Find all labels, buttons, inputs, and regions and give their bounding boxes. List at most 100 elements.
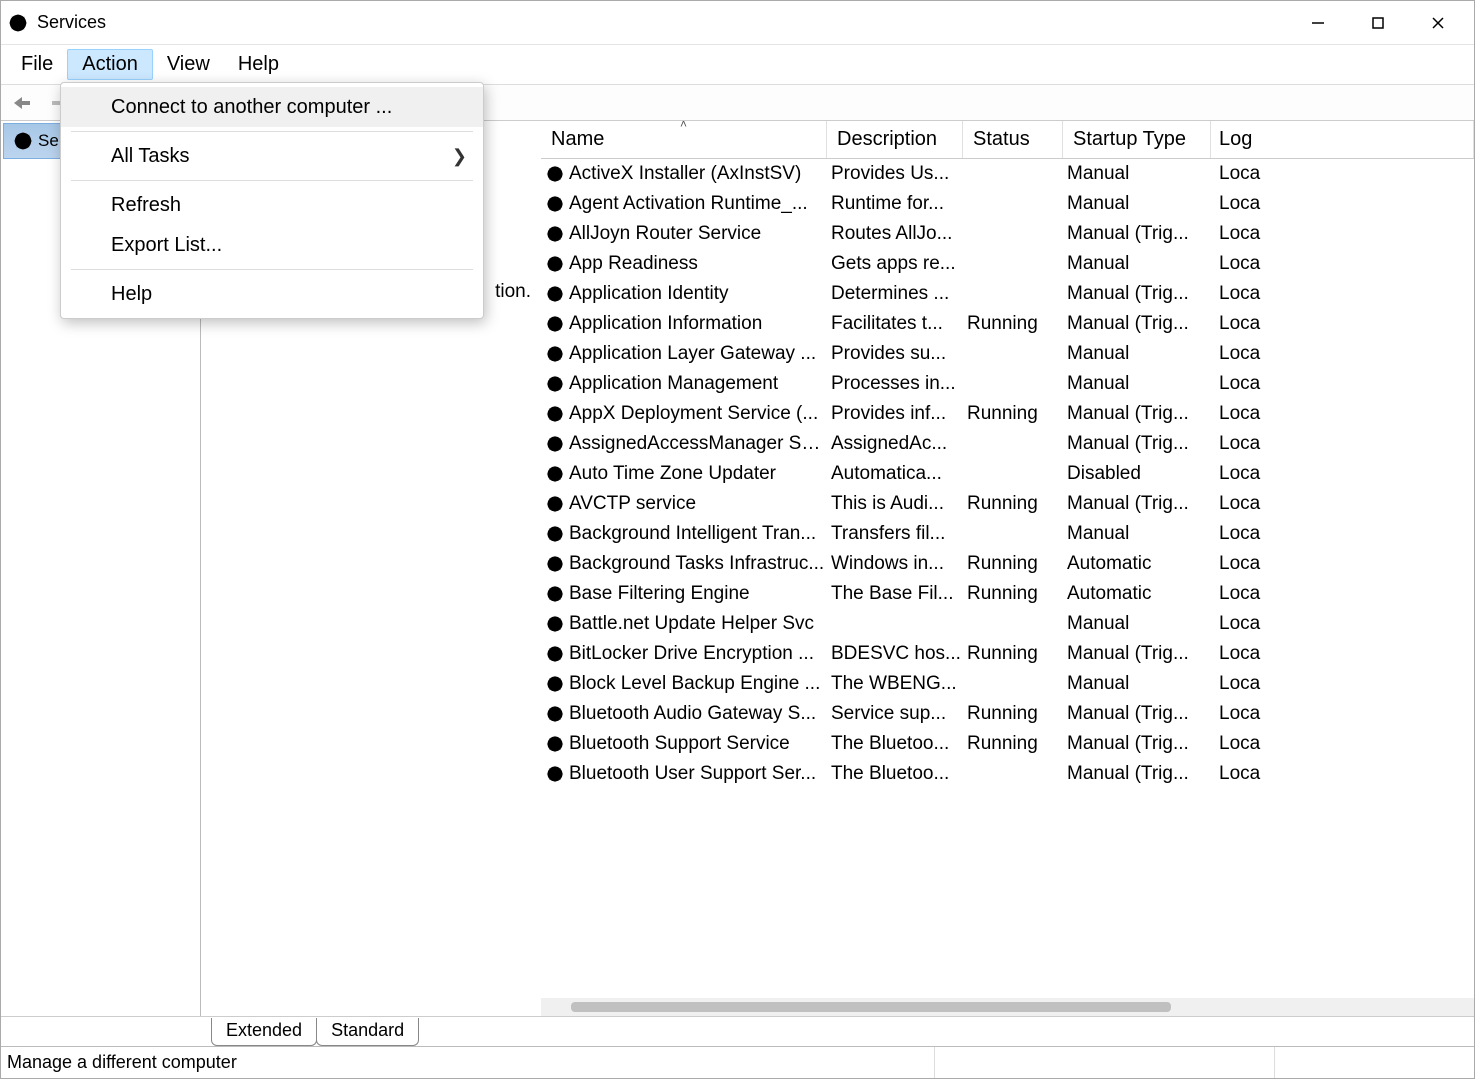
service-row[interactable]: Application InformationFacilitates t...R… (541, 309, 1474, 339)
column-status[interactable]: Status (963, 121, 1063, 158)
service-desc-cell: AssignedAc... (827, 433, 963, 455)
service-row[interactable]: Bluetooth Support ServiceThe Bluetoo...R… (541, 729, 1474, 759)
service-status-cell: Running (963, 493, 1063, 515)
service-desc-cell: Transfers fil... (827, 523, 963, 545)
column-startup-type[interactable]: Startup Type (1063, 121, 1211, 158)
minimize-button[interactable] (1288, 1, 1348, 45)
service-name: AllJoyn Router Service (569, 223, 827, 245)
gear-icon (545, 374, 565, 394)
service-logon-cell: Loca (1211, 493, 1474, 515)
service-rows[interactable]: ActiveX Installer (AxInstSV)Provides Us.… (541, 159, 1474, 998)
service-desc-cell: Processes in... (827, 373, 963, 395)
service-startup-cell: Manual (1063, 343, 1211, 365)
service-row[interactable]: BitLocker Drive Encryption ...BDESVC hos… (541, 639, 1474, 669)
services-list: ˄ Name Description Status Startup Type L… (541, 121, 1474, 1016)
service-name-cell: Application Information (541, 313, 827, 335)
service-row[interactable]: AppX Deployment Service (...Provides inf… (541, 399, 1474, 429)
menu-separator (71, 131, 473, 132)
menu-all-tasks[interactable]: All Tasks ❯ (61, 136, 483, 176)
service-name-cell: AppX Deployment Service (... (541, 403, 827, 425)
sort-asc-icon: ˄ (680, 121, 687, 131)
column-log-on-as[interactable]: Log (1211, 121, 1474, 158)
service-desc-cell: Determines ... (827, 283, 963, 305)
menu-refresh[interactable]: Refresh (61, 185, 483, 225)
service-name: Bluetooth Audio Gateway S... (569, 703, 827, 725)
service-name: Block Level Backup Engine ... (569, 673, 827, 695)
service-desc-cell: This is Audi... (827, 493, 963, 515)
service-row[interactable]: Background Intelligent Tran...Transfers … (541, 519, 1474, 549)
services-window: Services File Action View Help (0, 0, 1475, 1079)
service-logon-cell: Loca (1211, 673, 1474, 695)
service-row[interactable]: Block Level Backup Engine ...The WBENG..… (541, 669, 1474, 699)
service-status-cell: Running (963, 703, 1063, 725)
service-logon-cell: Loca (1211, 733, 1474, 755)
menu-action[interactable]: Action (67, 49, 153, 80)
service-row[interactable]: Base Filtering EngineThe Base Fil...Runn… (541, 579, 1474, 609)
menu-help[interactable]: Help (61, 274, 483, 314)
tab-standard[interactable]: Standard (316, 1018, 419, 1046)
status-bar: Manage a different computer (1, 1046, 1474, 1078)
maximize-button[interactable] (1348, 1, 1408, 45)
service-row[interactable]: Bluetooth Audio Gateway S...Service sup.… (541, 699, 1474, 729)
service-startup-cell: Disabled (1063, 463, 1211, 485)
service-name: Application Management (569, 373, 827, 395)
gear-icon (545, 194, 565, 214)
service-startup-cell: Manual (1063, 523, 1211, 545)
service-startup-cell: Manual (1063, 253, 1211, 275)
service-name: Bluetooth User Support Ser... (569, 763, 827, 785)
service-startup-cell: Manual (Trig... (1063, 283, 1211, 305)
service-startup-cell: Manual (1063, 193, 1211, 215)
service-name: Battle.net Update Helper Svc (569, 613, 827, 635)
service-status-cell: Running (963, 583, 1063, 605)
service-logon-cell: Loca (1211, 343, 1474, 365)
service-name-cell: ActiveX Installer (AxInstSV) (541, 163, 827, 185)
service-row[interactable]: Background Tasks Infrastruc...Windows in… (541, 549, 1474, 579)
back-button[interactable] (7, 90, 37, 116)
service-logon-cell: Loca (1211, 763, 1474, 785)
menu-file[interactable]: File (7, 45, 67, 84)
service-name-cell: Application Layer Gateway ... (541, 343, 827, 365)
menu-help[interactable]: Help (224, 45, 293, 84)
titlebar[interactable]: Services (1, 1, 1474, 45)
column-description[interactable]: Description (827, 121, 963, 158)
horizontal-scrollbar[interactable] (541, 998, 1474, 1016)
service-row[interactable]: Bluetooth User Support Ser...The Bluetoo… (541, 759, 1474, 789)
service-desc-cell: Provides Us... (827, 163, 963, 185)
service-row[interactable]: AssignedAccessManager Se...AssignedAc...… (541, 429, 1474, 459)
service-startup-cell: Manual (1063, 373, 1211, 395)
service-logon-cell: Loca (1211, 583, 1474, 605)
status-text: Manage a different computer (7, 1052, 934, 1073)
service-row[interactable]: Application IdentityDetermines ... Manual… (541, 279, 1474, 309)
service-name: BitLocker Drive Encryption ... (569, 643, 827, 665)
service-row[interactable]: App ReadinessGets apps re...ManualLoca (541, 249, 1474, 279)
service-desc-cell: The Bluetoo... (827, 733, 963, 755)
service-name: Application Identity (569, 283, 827, 305)
gear-icon (545, 284, 565, 304)
service-name: Background Intelligent Tran... (569, 523, 827, 545)
tab-extended[interactable]: Extended (211, 1018, 317, 1046)
column-name[interactable]: ˄ Name (541, 121, 827, 158)
service-row[interactable]: AVCTP serviceThis is Audi...RunningManua… (541, 489, 1474, 519)
service-name: Application Layer Gateway ... (569, 343, 827, 365)
service-name-cell: Auto Time Zone Updater (541, 463, 827, 485)
menu-connect-to-another-computer[interactable]: Connect to another computer ... (61, 87, 483, 127)
service-desc-cell: BDESVC hos... (827, 643, 963, 665)
menu-export-list[interactable]: Export List... (61, 225, 483, 265)
menu-view[interactable]: View (153, 45, 224, 84)
service-name: ActiveX Installer (AxInstSV) (569, 163, 827, 185)
service-status-cell: Running (963, 313, 1063, 335)
status-cell-2 (934, 1047, 1274, 1078)
service-row[interactable]: Battle.net Update Helper SvcManualLoca (541, 609, 1474, 639)
service-row[interactable]: Application ManagementProcesses in... Man… (541, 369, 1474, 399)
service-startup-cell: Manual (Trig... (1063, 703, 1211, 725)
service-row[interactable]: Auto Time Zone UpdaterAutomatica...Disab… (541, 459, 1474, 489)
service-name-cell: Background Intelligent Tran... (541, 523, 827, 545)
service-startup-cell: Manual (Trig... (1063, 433, 1211, 455)
service-row[interactable]: Application Layer Gateway ...Provides su… (541, 339, 1474, 369)
service-row[interactable]: AllJoyn Router ServiceRoutes AllJo...Man… (541, 219, 1474, 249)
service-row[interactable]: ActiveX Installer (AxInstSV)Provides Us.… (541, 159, 1474, 189)
service-logon-cell: Loca (1211, 703, 1474, 725)
close-button[interactable] (1408, 1, 1468, 45)
gear-icon (545, 554, 565, 574)
service-row[interactable]: Agent Activation Runtime_...Runtime for.… (541, 189, 1474, 219)
